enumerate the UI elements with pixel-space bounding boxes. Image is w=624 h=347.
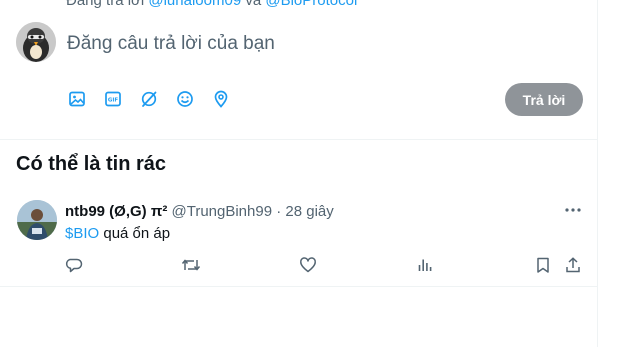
reply-joiner: và bbox=[245, 0, 262, 9]
my-avatar[interactable] bbox=[16, 22, 56, 62]
reply-handle-2[interactable]: @BioProtocol bbox=[265, 0, 357, 9]
tweet-body-text: quá ổn áp bbox=[99, 225, 171, 242]
composer-toolbar: GIF bbox=[66, 88, 246, 110]
reply-handle-1[interactable]: @lunaloom09 bbox=[148, 0, 241, 9]
tweet-time[interactable]: 28 giây bbox=[285, 203, 333, 220]
tweet-handle[interactable]: @TrungBinh99 bbox=[171, 203, 272, 220]
location-icon[interactable] bbox=[210, 88, 232, 110]
divider bbox=[0, 139, 598, 140]
tweet-separator: · bbox=[276, 203, 282, 220]
divider bbox=[0, 286, 598, 287]
views-icon[interactable] bbox=[414, 255, 436, 275]
image-icon[interactable] bbox=[66, 88, 88, 110]
section-title: Có thể là tin rác bbox=[16, 153, 167, 175]
more-options-icon[interactable] bbox=[562, 202, 584, 218]
bookmark-icon[interactable] bbox=[532, 255, 554, 275]
tweet-text: $BIO quá ổn áp bbox=[65, 225, 170, 242]
reply-context: Đang trả lời @lunaloom09 và @BioProtocol bbox=[66, 0, 357, 9]
reply-icon[interactable] bbox=[63, 255, 85, 275]
tweet-display-name[interactable]: ntb99 (Ø,G) π² bbox=[65, 203, 167, 220]
tweet-avatar[interactable] bbox=[17, 200, 57, 240]
svg-text:GIF: GIF bbox=[108, 98, 119, 104]
reply-input[interactable]: Đăng câu trả lời của bạn bbox=[67, 33, 275, 55]
share-icon[interactable] bbox=[562, 255, 584, 275]
like-icon[interactable] bbox=[297, 255, 319, 275]
emoji-icon[interactable] bbox=[174, 88, 196, 110]
grok-icon[interactable] bbox=[138, 88, 160, 110]
timeline-column: Đang trả lời @lunaloom09 và @BioProtocol… bbox=[0, 0, 598, 347]
repost-icon[interactable] bbox=[180, 255, 202, 275]
reply-submit-button[interactable]: Trả lời bbox=[505, 83, 583, 116]
gif-icon[interactable]: GIF bbox=[102, 88, 124, 110]
reply-prefix: Đang trả lời bbox=[66, 0, 145, 9]
cashtag-link[interactable]: $BIO bbox=[65, 225, 99, 242]
tweet-header: ntb99 (Ø,G) π² @TrungBinh99 · 28 giây bbox=[65, 203, 334, 220]
